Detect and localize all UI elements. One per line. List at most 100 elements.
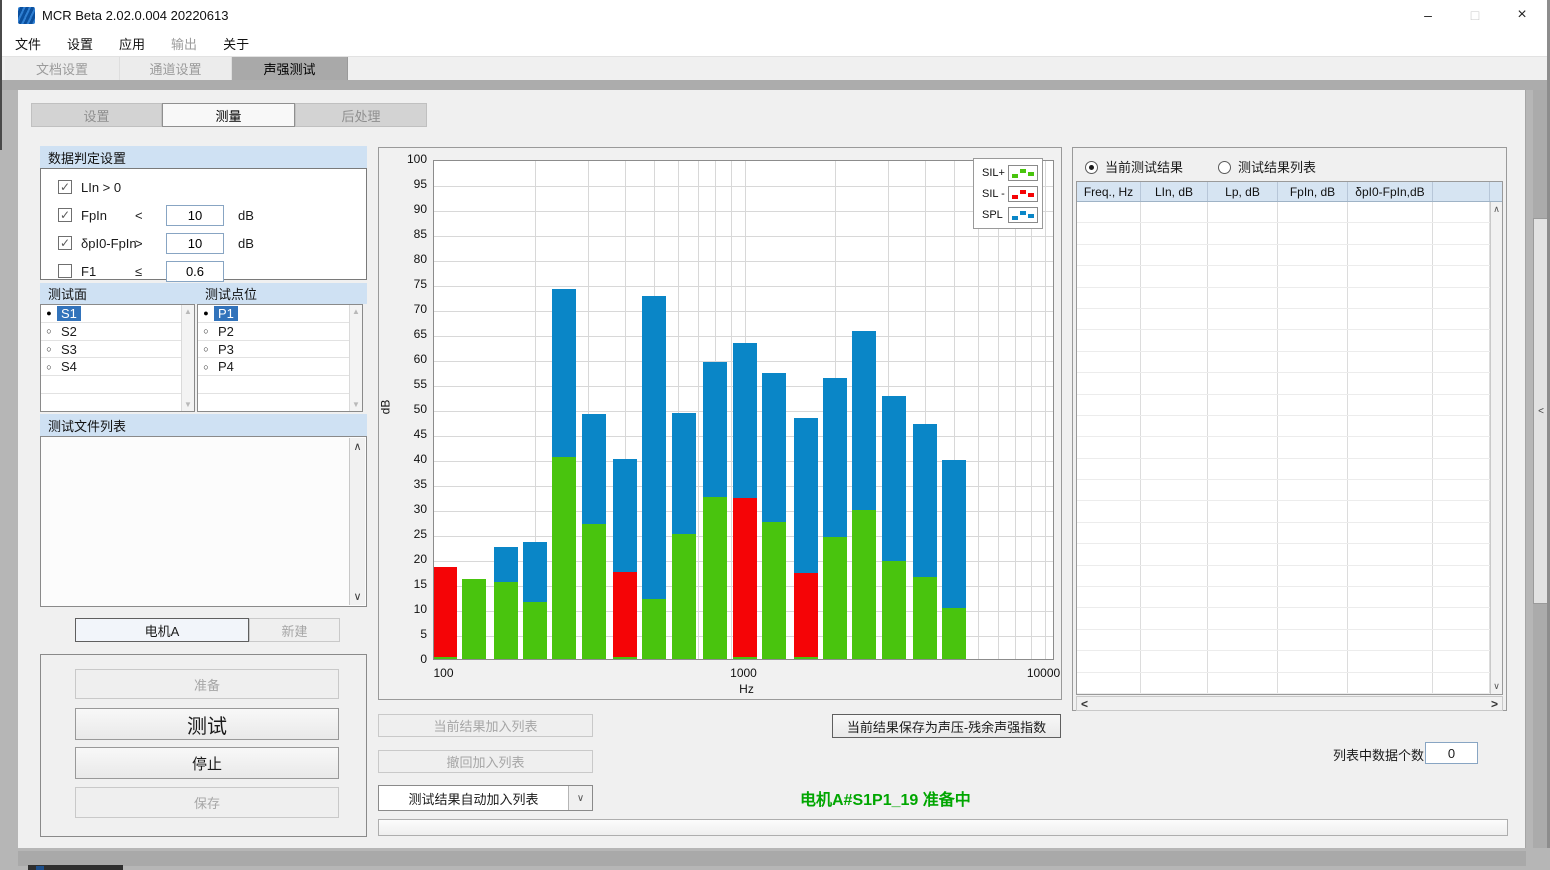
save-as-pressure-residual-button[interactable]: 当前结果保存为声压-残余声强指数 — [832, 714, 1061, 738]
scroll-up-icon[interactable]: ∧ — [353, 440, 361, 453]
sil-plus-bar-200 — [523, 602, 547, 660]
test-file-list[interactable]: ∧ ∨ — [40, 436, 367, 607]
table-cell — [1208, 630, 1278, 650]
legend-dash — [1012, 216, 1018, 220]
table-cell — [1141, 266, 1208, 286]
save-button[interactable]: 保存 — [75, 787, 339, 818]
scroll-up-icon[interactable]: ∧ — [1493, 204, 1500, 215]
stop-button[interactable]: 停止 — [75, 747, 339, 779]
results-hscrollbar[interactable]: < > — [1076, 696, 1503, 711]
checkbox-dpi0-fpin[interactable]: ✓ — [58, 236, 72, 250]
menu-item-output[interactable]: 输出 — [158, 30, 210, 56]
table-cell — [1077, 523, 1141, 543]
radio-current-icon[interactable] — [1085, 161, 1098, 174]
list-count-field[interactable]: 0 — [1425, 742, 1478, 764]
sil-plus-bar-630 — [672, 534, 696, 659]
table-row — [1077, 630, 1490, 651]
table-row — [1077, 523, 1490, 544]
auto-add-dropdown[interactable]: 测试结果自动加入列表 ∨ — [378, 785, 593, 811]
tab-intensity-test[interactable]: 声强测试 — [232, 57, 348, 80]
sub-tab-post-process[interactable]: 后处理 — [295, 103, 427, 127]
surface-label: S3 — [57, 342, 81, 357]
menu-item-file[interactable]: 文件 — [2, 30, 54, 56]
sub-tab-measure[interactable]: 测量 — [162, 103, 295, 127]
surface-item-s4[interactable]: ○S4 — [41, 358, 181, 376]
table-cell — [1348, 673, 1433, 693]
radio-current-result[interactable]: 当前测试结果 — [1085, 157, 1183, 177]
file-list-scrollbar[interactable]: ∧ ∨ — [349, 438, 365, 605]
table-cell — [1141, 395, 1208, 415]
point-item-p2[interactable]: ○P2 — [198, 323, 349, 341]
minimize-button[interactable]: – — [1405, 0, 1451, 30]
table-cell — [1348, 630, 1433, 650]
criteria-name: FpIn — [81, 208, 107, 223]
point-scrollbar[interactable]: ▲▼ — [349, 305, 362, 411]
scroll-down-icon[interactable]: ∨ — [353, 590, 361, 603]
table-cell — [1433, 501, 1490, 521]
point-items: ●P1○P2○P3○P4 — [198, 305, 349, 411]
table-row — [1077, 223, 1490, 244]
scroll-up-icon[interactable]: ▲ — [184, 307, 192, 316]
window-title: MCR Beta 2.02.0.004 20220613 — [42, 8, 228, 23]
table-cell — [1278, 223, 1348, 243]
table-cell — [1348, 266, 1433, 286]
project-tab-motor-a[interactable]: 电机A — [75, 618, 249, 642]
sil-plus-bar-2500 — [852, 510, 876, 659]
radio-list-icon[interactable] — [1218, 161, 1231, 174]
chevron-down-icon[interactable]: ∨ — [568, 786, 592, 810]
radio-result-list[interactable]: 测试结果列表 — [1218, 157, 1316, 177]
scroll-down-icon[interactable]: ∨ — [1493, 681, 1500, 692]
surface-scrollbar[interactable]: ▲▼ — [181, 305, 194, 411]
close-button[interactable]: × — [1499, 0, 1545, 30]
project-new-button[interactable]: 新建 — [249, 618, 340, 642]
surface-item-s2[interactable]: ○S2 — [41, 323, 181, 341]
tab-channel-settings[interactable]: 通道设置 — [120, 57, 232, 80]
criteria-value-dpi0-fpin[interactable] — [166, 233, 224, 254]
scroll-down-icon[interactable]: ▼ — [352, 400, 360, 409]
y-tick-label: 35 — [391, 477, 427, 491]
point-label: P3 — [214, 342, 238, 357]
radio-icon: ○ — [198, 326, 214, 336]
scroll-right-icon[interactable]: > — [1491, 697, 1498, 711]
add-current-result-button[interactable]: 当前结果加入列表 — [378, 714, 593, 737]
sub-tab-setup[interactable]: 设置 — [31, 103, 162, 127]
criteria-row-fpin: ✓FpIn<dB — [41, 205, 366, 227]
y-tick-label: 0 — [391, 652, 427, 666]
criteria-row-dpi0-fpin: ✓δpI0-FpIn>dB — [41, 233, 366, 255]
checkbox-fpin[interactable]: ✓ — [58, 208, 72, 222]
checkbox-lin[interactable]: ✓ — [58, 180, 72, 194]
scroll-down-icon[interactable]: ▼ — [184, 400, 192, 409]
bottom-scroll-band[interactable] — [18, 851, 1526, 866]
table-cell — [1208, 501, 1278, 521]
checkbox-f1[interactable] — [58, 264, 72, 278]
point-item-p3[interactable]: ○P3 — [198, 341, 349, 359]
surface-item-s3[interactable]: ○S3 — [41, 341, 181, 359]
table-cell — [1348, 330, 1433, 350]
test-button[interactable]: 测试 — [75, 708, 339, 740]
criteria-value-fpin[interactable] — [166, 205, 224, 226]
table-cell — [1141, 544, 1208, 564]
table-cell — [1348, 523, 1433, 543]
menu-item-application[interactable]: 应用 — [106, 30, 158, 56]
surface-item-s1[interactable]: ●S1 — [41, 305, 181, 323]
radio-icon: ○ — [198, 362, 214, 372]
prepare-button[interactable]: 准备 — [75, 669, 339, 699]
tab-doc-settings[interactable]: 文档设置 — [5, 57, 120, 80]
table-cell — [1348, 651, 1433, 671]
scroll-left-icon[interactable]: < — [1081, 697, 1088, 711]
table-row — [1077, 245, 1490, 266]
point-item-p1[interactable]: ●P1 — [198, 305, 349, 323]
legend-dash — [1028, 214, 1034, 218]
table-cell — [1433, 416, 1490, 436]
maximize-button[interactable]: □ — [1452, 0, 1498, 30]
point-item-p4[interactable]: ○P4 — [198, 358, 349, 376]
table-cell — [1348, 416, 1433, 436]
undo-add-button[interactable]: 撤回加入列表 — [378, 750, 593, 773]
table-row — [1077, 651, 1490, 672]
y-tick-label: 80 — [391, 252, 427, 266]
scroll-up-icon[interactable]: ▲ — [352, 307, 360, 316]
menu-item-settings[interactable]: 设置 — [54, 30, 106, 56]
criteria-value-f1[interactable] — [166, 261, 224, 282]
menu-item-about[interactable]: 关于 — [210, 30, 262, 56]
results-vscrollbar[interactable]: ∧ ∨ — [1490, 202, 1502, 694]
